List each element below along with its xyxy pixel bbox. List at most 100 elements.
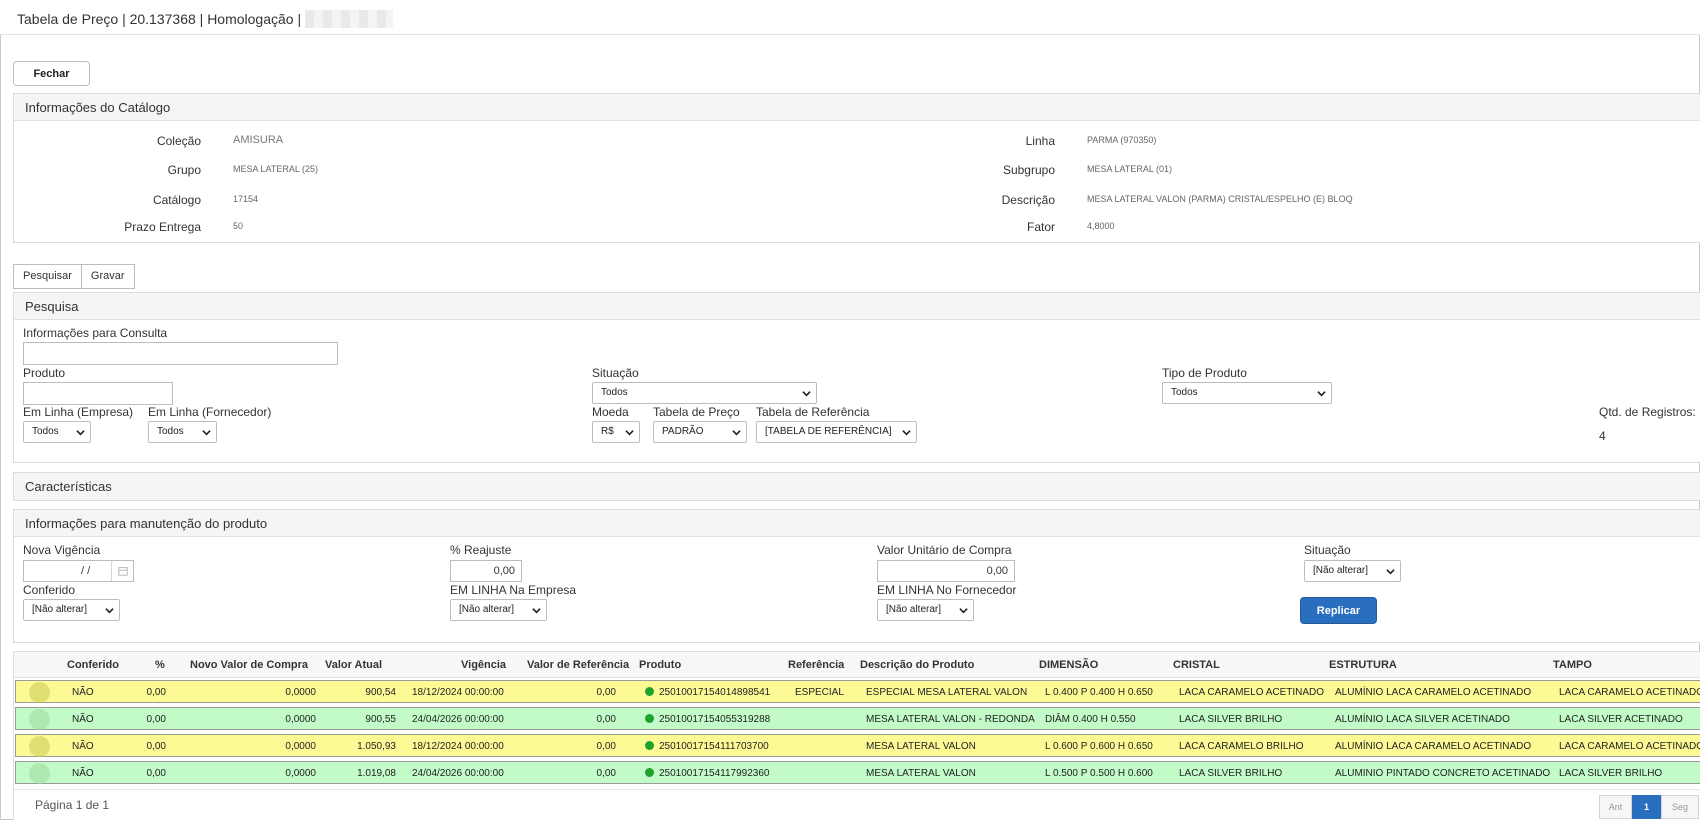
catalog-heading: Informações do Catálogo [14,94,1700,121]
em-linha-no-fornecedor-select[interactable]: [Não alterar] [877,599,974,621]
moeda-label: Moeda [592,405,629,419]
chevron-down-icon [802,391,811,397]
col-vigencia[interactable]: Vigência [461,659,506,671]
produto-input[interactable] [23,382,173,405]
catalog-label-catalogo: Catálogo [152,193,201,207]
magnifier-icon[interactable] [29,709,50,730]
tipo-produto-select[interactable]: Todos [1162,382,1332,404]
catalog-value-subgrupo: MESA LATERAL (01) [1087,164,1173,174]
cell-tampo: LACA CARAMELO ACETINADO [1559,687,1700,698]
cell-valor-atual: 900,55 [365,714,396,725]
cell-conferido: NÃO [72,714,94,725]
tab-gravar[interactable]: Gravar [81,264,135,289]
col-descricao[interactable]: Descrição do Produto [860,659,974,671]
col-conferido[interactable]: Conferido [67,659,119,671]
em-linha-empresa-value: Todos [32,426,59,437]
current-page-button[interactable]: 1 [1632,795,1661,819]
chevron-down-icon [732,430,741,436]
catalog-value-descricao: MESA LATERAL VALON (PARMA) CRISTAL/ESPEL… [1087,194,1353,204]
cell-novo-valor: 0,0000 [285,687,316,698]
cell-dimensao: DIÂM 0.400 H 0.550 [1045,714,1136,725]
catalog-value-catalogo: 17154 [233,194,259,204]
table-row[interactable]: NÃO 0,00 0,0000 900,55 24/04/2026 00:00:… [15,707,1700,730]
cell-produto-code: 25010017154014898541 [659,687,771,698]
cell-produto: 25010017154014898541 [645,687,770,698]
col-estrutura[interactable]: ESTRUTURA [1329,659,1397,671]
tabela-preco-label: Tabela de Preço [653,405,740,419]
cell-estrutura: ALUMÍNIO LACA CARAMELO ACETINADO [1335,687,1532,698]
cell-vigencia: 24/04/2026 00:00:00 [412,714,504,725]
page-info: Página 1 de 1 [35,798,110,812]
tabela-preco-select[interactable]: PADRÃO [653,421,747,443]
prev-page-button[interactable]: Ant [1599,795,1632,819]
tabela-referencia-select[interactable]: [TABELA DE REFERÊNCIA] [756,421,917,443]
table-row[interactable]: NÃO 0,00 0,0000 900,54 18/12/2024 00:00:… [15,680,1700,703]
em-linha-na-empresa-select[interactable]: [Não alterar] [450,599,547,621]
col-produto[interactable]: Produto [639,659,681,671]
maint-situacao-label: Situação [1304,543,1351,557]
table-row[interactable]: NÃO 0,00 0,0000 1.019,08 24/04/2026 00:0… [15,761,1700,784]
col-valor-atual[interactable]: Valor Atual [325,659,382,671]
tab-pesquisar[interactable]: Pesquisar [13,264,82,289]
catalog-value-colecao: AMISURA [233,134,284,146]
cell-pct: 0,00 [146,741,166,752]
replicar-button[interactable]: Replicar [1300,597,1377,624]
maintenance-panel: Informações para manutenção do produto [13,509,1700,643]
moeda-select[interactable]: R$ [592,421,640,443]
magnifier-icon[interactable] [29,682,50,703]
close-button[interactable]: Fechar [13,61,90,86]
conferido-select[interactable]: [Não alterar] [23,599,120,621]
chevron-down-icon [532,608,541,614]
status-dot-icon [645,741,654,750]
table-row[interactable]: NÃO 0,00 0,0000 1.050,93 18/12/2024 00:0… [15,734,1700,757]
nova-vigencia-input[interactable]: / / [23,560,134,582]
status-dot-icon [645,714,654,723]
situacao-label: Situação [592,366,639,380]
tabela-referencia-value: [TABELA DE REFERÊNCIA] [765,426,892,437]
em-linha-fornecedor-select[interactable]: Todos [148,421,217,443]
status-dot-icon [645,687,654,696]
maint-situacao-select[interactable]: [Não alterar] [1304,560,1401,582]
next-page-button[interactable]: Seg [1661,795,1699,819]
col-valor-referencia[interactable]: Valor de Referência [527,659,629,671]
magnifier-icon[interactable] [29,763,50,784]
cell-vigencia: 24/04/2026 00:00:00 [412,768,504,779]
col-novo-valor[interactable]: Novo Valor de Compra [190,659,308,671]
chevron-down-icon [105,608,114,614]
consulta-input[interactable] [23,342,338,365]
maintenance-heading: Informações para manutenção do produto [14,510,1700,537]
cell-dimensao: L 0.600 P 0.600 H 0.650 [1045,741,1153,752]
em-linha-empresa-select[interactable]: Todos [23,421,91,443]
caracteristicas-panel[interactable]: Características [13,472,1700,501]
cell-novo-valor: 0,0000 [285,714,316,725]
cell-dimensao: L 0.400 P 0.400 H 0.650 [1045,687,1153,698]
cell-produto-code: 25010017154117992360 [659,768,770,779]
cell-valor-atual: 900,54 [365,687,396,698]
pagination-bar: Página 1 de 1 Ant 1 Seg [14,789,1700,820]
cell-valor-referencia: 0,00 [596,741,616,752]
cell-conferido: NÃO [72,741,94,752]
col-pct[interactable]: % [155,659,165,671]
magnifier-icon[interactable] [29,736,50,757]
cell-novo-valor: 0,0000 [285,741,316,752]
col-tampo[interactable]: TAMPO [1553,659,1592,671]
qtd-registros-value: 4 [1599,429,1606,443]
calendar-button[interactable] [111,561,133,581]
results-grid: Conferido % Novo Valor de Compra Valor A… [13,651,1700,820]
cell-valor-referencia: 0,00 [596,687,616,698]
col-referencia[interactable]: Referência [788,659,844,671]
situacao-select[interactable]: Todos [592,382,817,404]
cell-cristal: LACA CARAMELO ACETINADO [1179,687,1325,698]
maint-situacao-value: [Não alterar] [1313,565,1369,576]
search-heading: Pesquisa [14,293,1700,320]
col-cristal[interactable]: CRISTAL [1173,659,1220,671]
cell-produto: 25010017154055319288 [645,714,770,725]
reajuste-input[interactable]: 0,00 [450,560,522,582]
catalog-label-prazo: Prazo Entrega [124,220,201,234]
title-bar: Tabela de Preço | 20.137368 | Homologaçã… [0,0,1700,35]
catalog-label-fator: Fator [1026,220,1055,234]
valor-unitario-input[interactable]: 0,00 [877,560,1015,582]
catalog-value-prazo: 50 [233,221,244,231]
col-dimensao[interactable]: DIMENSÃO [1039,659,1098,671]
cell-dimensao: L 0.500 P 0.500 H 0.600 [1045,768,1153,779]
